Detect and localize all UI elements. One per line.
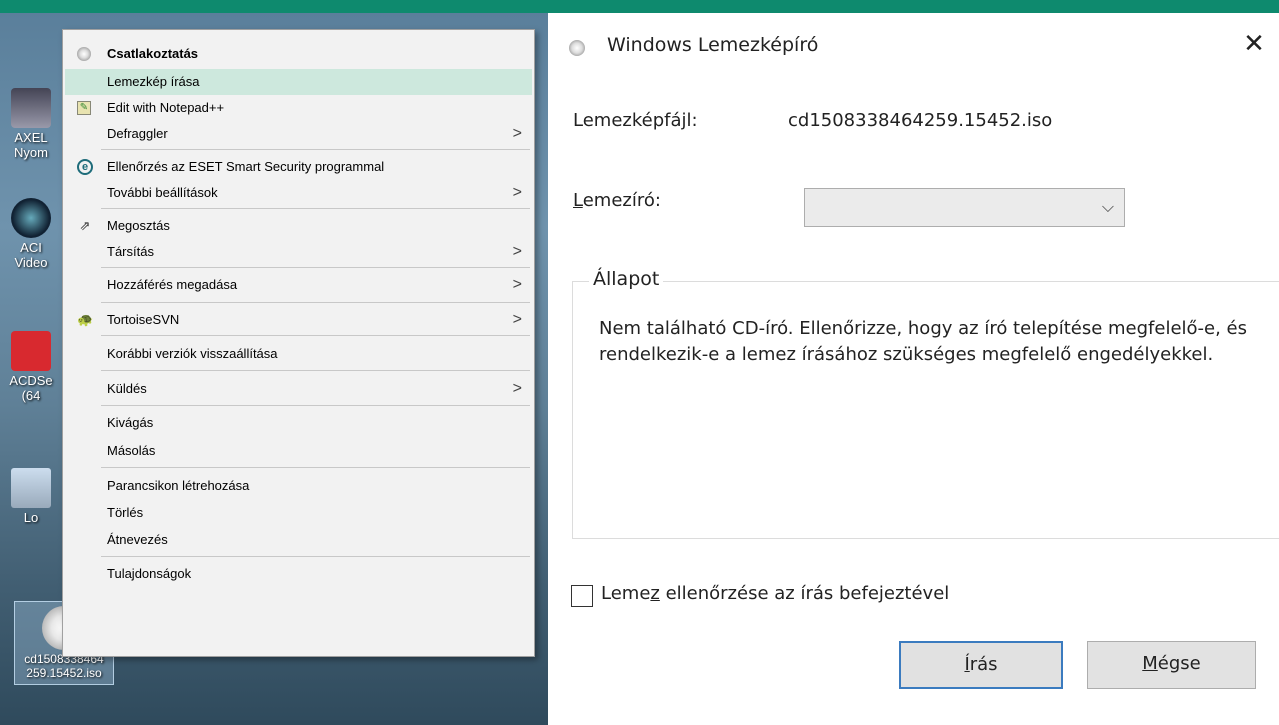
menu-separator [101, 556, 530, 557]
verify-label-text: Leme [601, 583, 651, 604]
menu-item-label: Csatlakoztatás [107, 46, 199, 61]
accelerator-key: z [650, 583, 660, 604]
menu-separator [101, 335, 530, 336]
recycle-bin-icon [11, 468, 51, 508]
chevron-right-icon: > [512, 311, 522, 328]
desktop: AXEL Nyom ACI Video ACDSe (64 Lo cd15083… [0, 13, 548, 725]
menu-item-label: Parancsikon létrehozása [107, 478, 250, 493]
menu-item-label: Defraggler [107, 126, 168, 141]
disc-burner-label: Lemezíró: [573, 190, 661, 211]
status-message: Nem található CD-író. Ellenőrizze, hogy … [599, 318, 1247, 365]
accelerator-key: L [573, 190, 583, 211]
menu-item-tortoisesvn[interactable]: 🐢 TortoiseSVN > [65, 307, 532, 333]
menu-item-more-options[interactable]: További beállítások > [65, 180, 532, 206]
menu-item-label: Korábbi verziók visszaállítása [107, 346, 278, 361]
cancel-button-label: égse [1157, 653, 1201, 674]
disc-burner-label-text: emezíró: [582, 190, 661, 211]
desktop-icon-axel[interactable]: AXEL Nyom [0, 88, 62, 160]
status-legend: Állapot [589, 268, 664, 290]
menu-item-restore-previous[interactable]: Korábbi verziók visszaállítása [65, 341, 532, 367]
cancel-button[interactable]: Mégse [1087, 641, 1256, 689]
menu-item-label: Átnevezés [107, 532, 168, 547]
desktop-icon-acdsee[interactable]: ACDSe (64 [0, 331, 62, 403]
chevron-down-icon: ⌵ [1101, 197, 1114, 216]
menu-item-label: Edit with Notepad++ [107, 100, 225, 115]
verify-disc-label[interactable]: Lemez ellenőrzése az írás befejeztével [601, 583, 949, 604]
share-icon: ⇗ [79, 218, 91, 233]
verify-label-text: ellenőrzése az írás befejeztével [659, 583, 950, 604]
chevron-right-icon: > [512, 380, 522, 397]
menu-item-label: Törlés [107, 505, 144, 520]
menu-item-defraggler[interactable]: Defraggler > [65, 121, 532, 147]
menu-item-label: Tulajdonságok [107, 566, 192, 581]
notepad-icon: ✎ [77, 101, 91, 115]
accent-bar [0, 0, 1279, 13]
status-group: Állapot Nem található CD-író. Ellenőrizz… [572, 268, 1279, 539]
menu-item-rename[interactable]: Átnevezés [65, 527, 532, 553]
acdsee-icon [11, 331, 51, 371]
verify-disc-checkbox[interactable] [571, 585, 593, 607]
chevron-right-icon: > [512, 276, 522, 293]
menu-item-burn-disc-image[interactable]: Lemezkép írása [65, 69, 532, 95]
context-menu: Csatlakoztatás Lemezkép írása ✎ Edit wit… [62, 29, 535, 657]
disc-image-burner-dialog: Windows Lemezképíró ✕ Lemezképfájl: cd15… [549, 13, 1279, 725]
menu-item-edit-notepad[interactable]: ✎ Edit with Notepad++ [65, 95, 532, 121]
desktop-icon-recycle-bin[interactable]: Lo [0, 468, 62, 525]
desktop-icon-acd-video[interactable]: ACI Video [0, 198, 62, 270]
video-app-icon [11, 198, 51, 238]
menu-item-associate[interactable]: Társítás > [65, 239, 532, 265]
image-file-label: Lemezképfájl: [573, 110, 698, 131]
menu-item-mount[interactable]: Csatlakoztatás [65, 41, 532, 67]
menu-item-share[interactable]: ⇗ Megosztás [65, 213, 532, 239]
menu-item-cut[interactable]: Kivágás [65, 410, 532, 436]
menu-item-properties[interactable]: Tulajdonságok [65, 561, 532, 587]
menu-separator [101, 370, 530, 371]
dialog-title: Windows Lemezképíró [607, 34, 819, 56]
menu-item-label: Lemezkép írása [107, 74, 200, 89]
menu-item-label: Ellenőrzés az ESET Smart Security progra… [107, 159, 385, 174]
printer-icon [11, 88, 51, 128]
tortoise-icon: 🐢 [77, 312, 94, 327]
chevron-right-icon: > [512, 125, 522, 142]
menu-item-send-to[interactable]: Küldés > [65, 376, 532, 402]
menu-item-copy[interactable]: Másolás [65, 438, 532, 464]
menu-separator [101, 467, 530, 468]
close-button[interactable]: ✕ [1237, 27, 1271, 61]
burn-button[interactable]: Írás [899, 641, 1063, 689]
desktop-icon-label: ACDSe (64 [9, 373, 53, 403]
menu-separator [101, 405, 530, 406]
menu-item-label: TortoiseSVN [107, 312, 180, 327]
disc-icon [77, 47, 91, 61]
menu-item-label: Másolás [107, 443, 156, 458]
desktop-icon-label: ACI Video [14, 240, 48, 270]
menu-separator [101, 208, 530, 209]
disc-burner-icon [569, 40, 585, 56]
menu-item-label: Kivágás [107, 415, 154, 430]
menu-item-label: Küldés [107, 381, 147, 396]
burn-button-label: rás [969, 654, 998, 675]
menu-item-give-access[interactable]: Hozzáférés megadása > [65, 272, 532, 298]
eset-icon: e [77, 159, 93, 175]
menu-item-label: Társítás [107, 244, 154, 259]
chevron-right-icon: > [512, 184, 522, 201]
image-file-value: cd1508338464259.15452.iso [788, 110, 1053, 131]
desktop-icon-label: AXEL Nyom [14, 130, 48, 160]
menu-item-label: Megosztás [107, 218, 170, 233]
menu-item-eset-scan[interactable]: e Ellenőrzés az ESET Smart Security prog… [65, 154, 532, 180]
desktop-icon-label: Lo [23, 510, 39, 525]
accelerator-key: M [1142, 653, 1158, 674]
menu-separator [101, 149, 530, 150]
disc-burner-select[interactable]: ⌵ [804, 188, 1125, 227]
menu-separator [101, 267, 530, 268]
menu-item-delete[interactable]: Törlés [65, 500, 532, 526]
chevron-right-icon: > [512, 243, 522, 260]
menu-item-label: További beállítások [107, 185, 218, 200]
menu-item-create-shortcut[interactable]: Parancsikon létrehozása [65, 473, 532, 499]
menu-separator [101, 302, 530, 303]
menu-item-label: Hozzáférés megadása [107, 277, 238, 292]
